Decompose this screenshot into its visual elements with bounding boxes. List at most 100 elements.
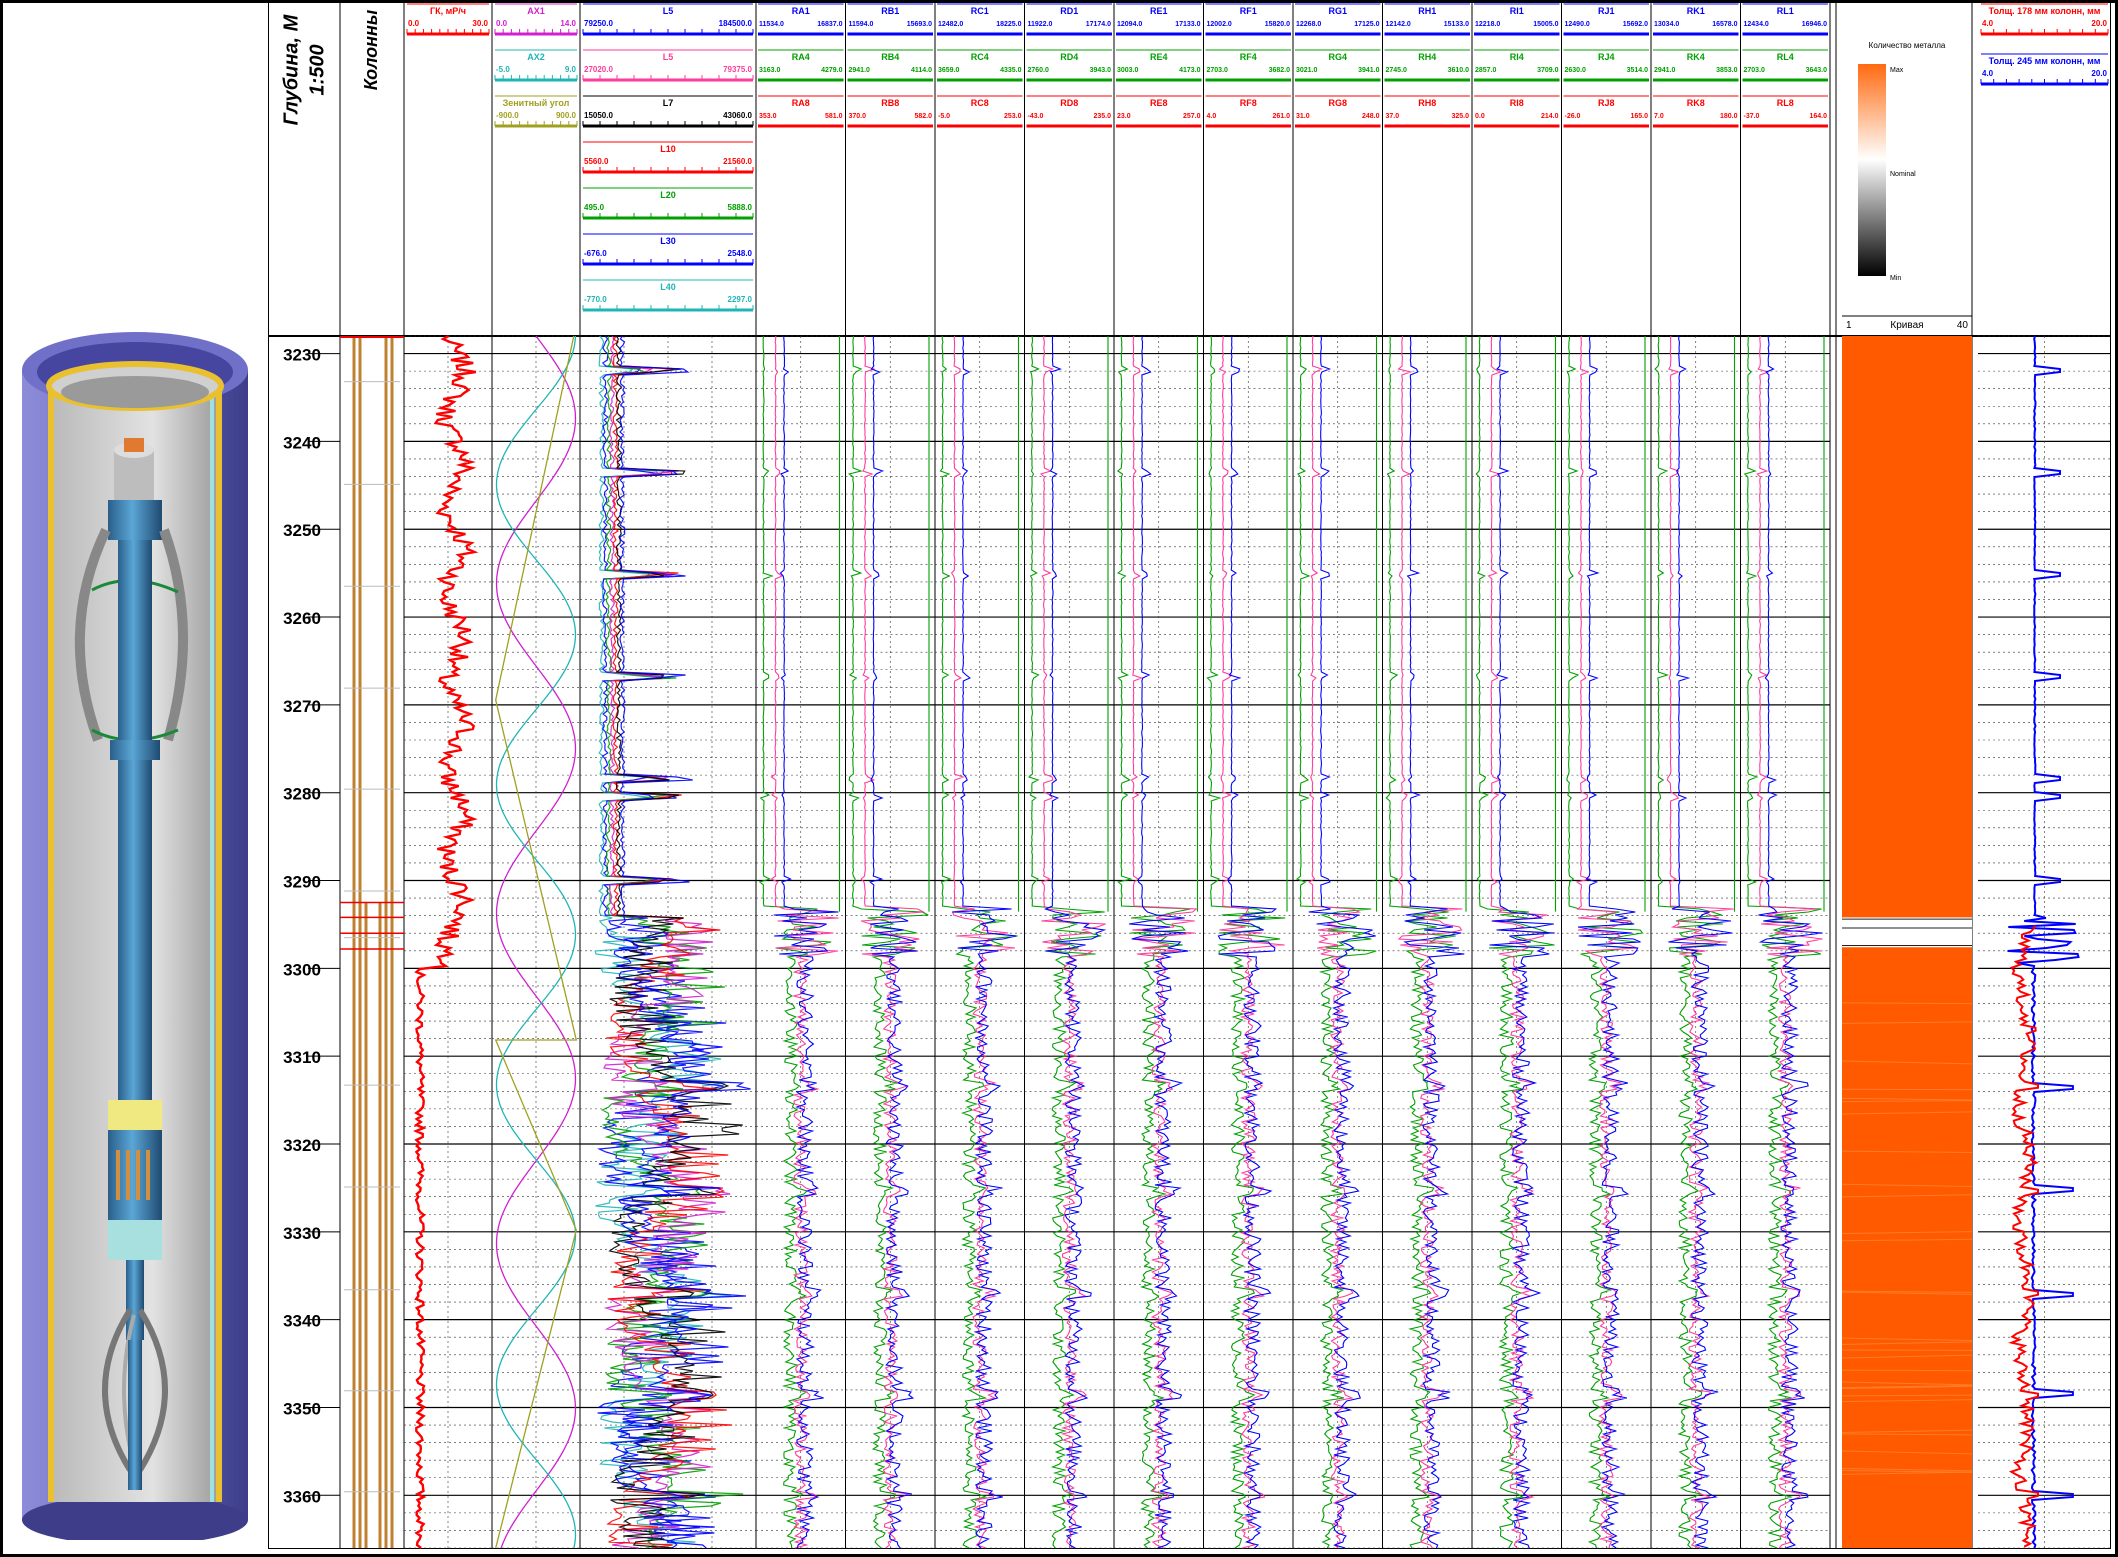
curve-max: 79375.0	[723, 65, 752, 74]
sensor-curve-min: 4.0	[1207, 113, 1217, 120]
sensor-curve-min: 2941.0	[1654, 67, 1676, 74]
depth-tick-label: 3280	[283, 785, 321, 804]
sensor-curve-name: RB8	[881, 98, 899, 108]
curve-name: L30	[660, 236, 676, 246]
sensor-curve-max: 248.0	[1362, 113, 1380, 120]
sensor-curve-max: 17174.0	[1086, 21, 1111, 28]
sensor-curve-min: -43.0	[1028, 113, 1044, 120]
sensor-green-curve	[1206, 335, 1286, 1549]
curve-name: L10	[660, 144, 676, 154]
sensor-curve-min: 2857.0	[1475, 67, 1497, 74]
depth-scale: 1:500	[306, 44, 328, 95]
sensor-curve-min: 2703.0	[1744, 67, 1766, 74]
depth-tick-label: 3310	[283, 1048, 321, 1067]
sensor-curve-max: 164.0	[1809, 113, 1827, 120]
well-log-chart: Глубина, М 1:500 Колонны ГК, мР/ч 0.0 30.0 AX1…	[268, 0, 2111, 1549]
sensor-curve-max: 16578.0	[1712, 21, 1737, 28]
depth-tick-label: 3230	[283, 346, 321, 365]
sensor-curve-max: 3514.0	[1627, 67, 1649, 74]
sensor-green-curve	[1654, 335, 1723, 1549]
sensor-curve-name: RG4	[1328, 52, 1347, 62]
curve-min: 495.0	[584, 203, 605, 212]
sensor-curve-name: RH1	[1418, 6, 1436, 16]
sensor-curve-name: RJ4	[1598, 52, 1615, 62]
metal-curve-min: 1	[1846, 320, 1852, 331]
sensor-curve-min: 12482.0	[938, 21, 963, 28]
curve-min: -770.0	[584, 295, 607, 304]
sensor-curve-name: RB1	[881, 6, 899, 16]
sensor-curve-max: 253.0	[1004, 113, 1022, 120]
curve-min: 79250.0	[584, 19, 613, 28]
sensor-curve-max: 15820.0	[1265, 21, 1290, 28]
sensor-curve-max: 4114.0	[911, 67, 932, 74]
sensor-curve-name: RD4	[1060, 52, 1078, 62]
sensor-curve-min: 370.0	[849, 113, 867, 120]
sensor-curve-min: 3021.0	[1296, 67, 1318, 74]
depth-tick-label: 3320	[283, 1136, 321, 1155]
depth-axis-title: Глубина, М	[280, 13, 302, 125]
curve-name: Зенитный угол	[503, 98, 570, 108]
sensor-curve-min: -26.0	[1565, 113, 1581, 120]
sensor-curve-name: RI8	[1510, 98, 1524, 108]
depth-tick-label: 3300	[283, 960, 321, 979]
sensor-red-curve	[1039, 335, 1106, 1549]
l7-curve	[608, 335, 743, 1549]
sensor-curve-max: 3682.0	[1269, 67, 1291, 74]
sensor-curve-min: 3163.0	[759, 67, 781, 74]
sensor-red-curve	[950, 335, 1015, 1549]
sensor-curve-max: 17125.0	[1354, 21, 1379, 28]
sensor-curve-name: RB4	[881, 52, 899, 62]
sensor-curve-name: RC1	[971, 6, 989, 16]
columns-track-title: Колонны	[361, 9, 381, 90]
sensor-curve-max: 257.0	[1183, 113, 1201, 120]
depth-tick-label: 3270	[283, 697, 321, 716]
curve-max: 30.0	[472, 19, 488, 28]
sensor-curve-max: 582.0	[914, 113, 932, 120]
sensor-curve-min: 3003.0	[1117, 67, 1139, 74]
colorbar-nominal: Nominal	[1890, 171, 1916, 178]
curve-name: L20	[660, 190, 676, 200]
sensor-curve-min: 12094.0	[1117, 21, 1142, 28]
sensor-curve-name: RF4	[1240, 52, 1257, 62]
sensor-curve-max: 3643.0	[1806, 67, 1828, 74]
sensor-curve-min: 12490.0	[1565, 21, 1590, 28]
depth-tick-label: 3340	[283, 1312, 321, 1331]
sensor-red-curve	[1575, 335, 1638, 1549]
metal-colorbar	[1858, 64, 1886, 276]
tool-in-casing-illustration	[22, 332, 248, 1540]
metal-texture-line	[1841, 1369, 1973, 1372]
sensor-curve-min: 11594.0	[849, 21, 874, 28]
sensor-curve-min: -5.0	[938, 113, 950, 120]
depth-tick-label: 3260	[283, 609, 321, 628]
sensor-curve-name: RF8	[1240, 98, 1257, 108]
sensor-curve-max: 17133.0	[1175, 21, 1200, 28]
sensor-curve-max: 3610.0	[1448, 67, 1470, 74]
sensor-curve-max: 18225.0	[996, 21, 1021, 28]
sensor-blue-curve	[1403, 335, 1465, 1549]
metal-curve-name: Кривая	[1890, 320, 1923, 331]
sensor-curve-min: 353.0	[759, 113, 777, 120]
sensor-curve-max: 15005.0	[1533, 21, 1558, 28]
sensor-curve-name: RK8	[1687, 98, 1705, 108]
curve-max: 2297.0	[728, 295, 753, 304]
sensor-curve-min: 12142.0	[1386, 21, 1411, 28]
curve-min: 4.0	[1982, 69, 1994, 78]
sensor-curve-min: 2760.0	[1028, 67, 1050, 74]
metal-track-title: Количество металла	[1869, 41, 1946, 50]
sensor-curve-max: 180.0	[1720, 113, 1738, 120]
curve-min: -5.0	[496, 65, 510, 74]
chart-border	[268, 0, 2111, 1549]
sensor-curve-name: RF1	[1240, 6, 1257, 16]
sensor-curve-name: RG1	[1328, 6, 1347, 16]
sensor-curve-name: RK4	[1687, 52, 1705, 62]
curve-max: 14.0	[560, 19, 576, 28]
sensor-curve-name: RJ1	[1598, 6, 1615, 16]
curve-max: 21560.0	[723, 157, 752, 166]
sensor-curve-name: RK1	[1687, 6, 1705, 16]
curve-max: 5888.0	[728, 203, 753, 212]
sensor-curve-name: RL1	[1777, 6, 1794, 16]
sensor-curve-name: RH4	[1418, 52, 1436, 62]
sensor-curve-max: 214.0	[1541, 113, 1559, 120]
sensor-curve-max: 16946.0	[1802, 21, 1827, 28]
metal-curve-max: 40	[1957, 320, 1969, 331]
